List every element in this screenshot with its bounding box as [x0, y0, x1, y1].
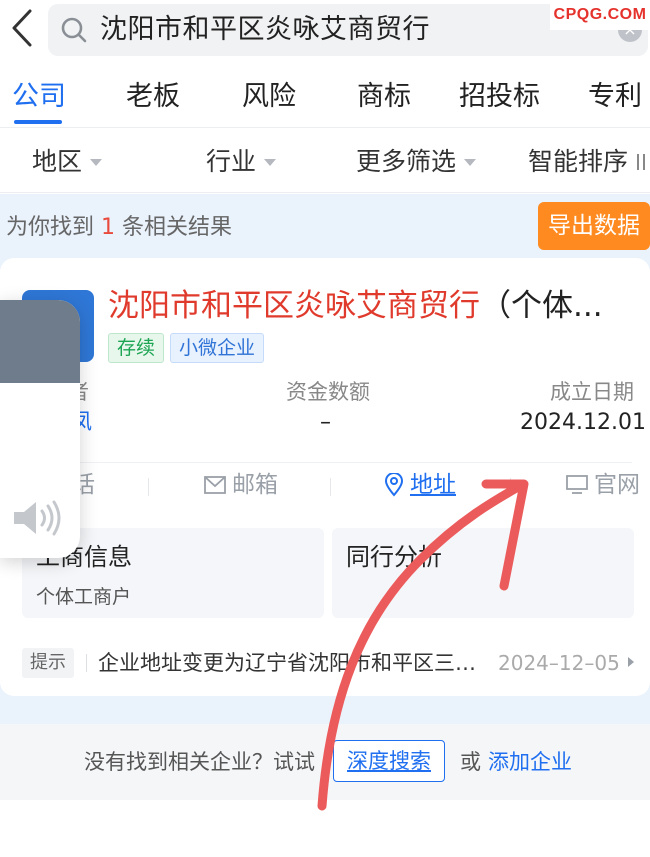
peer-analysis-title: 同行分析 [346, 543, 442, 571]
email-button[interactable]: 邮箱 [204, 470, 278, 500]
export-data-button[interactable]: 导出数据 [538, 202, 650, 250]
watermark-logo: CPQG.COM [550, 0, 650, 30]
result-count: 为你找到 1 条相关结果 [6, 214, 232, 242]
status-badge: 存续 [108, 333, 165, 363]
tab-company[interactable]: 公司 [12, 80, 66, 114]
filter-region-label: 地区 [32, 147, 83, 176]
search-icon [60, 16, 88, 44]
website-label: 官网 [594, 472, 640, 498]
filter-bar: 地区 行业 更多筛选 智能排序 [0, 129, 650, 193]
result-count-suffix: 条相关结果 [115, 215, 232, 240]
divider [510, 478, 511, 496]
sort-icon [637, 154, 646, 170]
caret-down-icon [464, 158, 477, 166]
top-bar: 沈阳市和平区炎咏艾商贸行 × CPQG.COM [0, 0, 650, 62]
founded-label: 成立日期 [550, 380, 634, 404]
tab-boss[interactable]: 老板 [126, 80, 180, 114]
address-button[interactable]: 地址 [384, 470, 456, 500]
filter-region[interactable]: 地区 [32, 147, 103, 177]
card-divider [22, 462, 632, 463]
speaker-icon [14, 500, 61, 536]
founded-value: 2024.12.01 [520, 410, 646, 435]
active-tab-indicator [14, 120, 62, 124]
category-tabs: 公司 老板 风险 商标 招投标 专利 [0, 62, 650, 128]
divider [148, 478, 149, 496]
filter-more[interactable]: 更多筛选 [356, 147, 477, 177]
footer-prompt: 没有找到相关企业？试试 [84, 750, 315, 774]
mail-icon [204, 476, 226, 494]
tab-bidding[interactable]: 招投标 [459, 80, 540, 114]
search-query-text: 沈阳市和平区炎咏艾商贸行 [100, 14, 430, 45]
email-label: 邮箱 [232, 472, 278, 498]
divider [86, 654, 87, 672]
divider [330, 478, 331, 496]
filter-sort[interactable]: 智能排序 [528, 147, 648, 177]
capital-value: – [320, 410, 331, 435]
caret-down-icon [264, 158, 277, 166]
add-company-link[interactable]: 添加企业 [488, 748, 572, 776]
footer-or: 或 [460, 750, 481, 774]
hint-badge: 提示 [22, 648, 74, 678]
tab-patent[interactable]: 专利 [588, 80, 642, 114]
back-arrow-icon[interactable] [4, 8, 40, 48]
capital-label: 资金数额 [286, 380, 370, 404]
tab-risk[interactable]: 风险 [242, 80, 296, 114]
filter-industry-label: 行业 [206, 147, 257, 176]
filter-industry[interactable]: 行业 [206, 147, 277, 177]
filter-sort-label: 智能排序 [528, 147, 629, 176]
hint-date: 2024–12–05 [498, 651, 620, 675]
business-info-sub: 个体工商户 [36, 586, 132, 608]
address-label: 地址 [410, 472, 456, 498]
scale-badge: 小微企业 [170, 333, 265, 363]
result-count-prefix: 为你找到 [6, 215, 101, 240]
filter-more-label: 更多筛选 [356, 147, 457, 176]
location-pin-icon [384, 473, 404, 497]
company-name[interactable]: 沈阳市和平区炎咏艾商贸行（个体... [108, 286, 603, 326]
company-type-suffix: （个体... [480, 288, 603, 324]
caret-down-icon [90, 158, 103, 166]
page-bottom [0, 800, 650, 857]
volume-level [0, 300, 80, 383]
deep-search-button[interactable]: 深度搜索 [333, 740, 445, 782]
footer: 没有找到相关企业？试试 深度搜索 或 添加企业 [0, 724, 650, 800]
chevron-right-icon[interactable] [626, 655, 636, 669]
website-button[interactable]: 官网 [566, 470, 640, 500]
company-name-highlight: 沈阳市和平区炎咏艾商贸行 [108, 288, 480, 324]
result-count-number: 1 [101, 215, 115, 240]
tab-trademark[interactable]: 商标 [357, 80, 411, 114]
hint-text[interactable]: 企业地址变更为辽宁省沈阳市和平区三… [98, 649, 476, 677]
volume-overlay[interactable] [0, 300, 80, 558]
monitor-icon [566, 475, 588, 494]
